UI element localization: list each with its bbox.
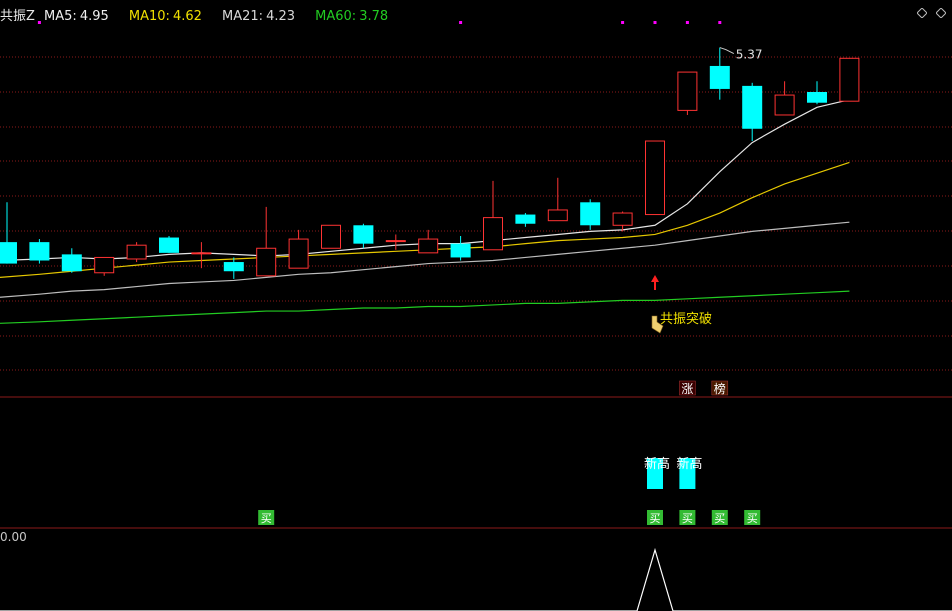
candle-body-up bbox=[547, 209, 568, 222]
moving-average-lines bbox=[0, 99, 850, 324]
new-high-label: 新高 bbox=[644, 456, 670, 472]
candle-body-up bbox=[191, 252, 212, 255]
candle-body-up bbox=[288, 238, 309, 269]
candle-body-down bbox=[29, 242, 50, 261]
ma5-line bbox=[0, 99, 850, 262]
signal-dot bbox=[459, 21, 463, 24]
ma5-legend: MA5: 4.95 bbox=[44, 9, 109, 24]
high-pointer bbox=[719, 47, 735, 55]
candle-body-down bbox=[709, 65, 730, 89]
candle-body-up bbox=[321, 224, 341, 249]
buy-marker-label: 买 bbox=[261, 512, 272, 525]
indicator-name: 共振Z bbox=[0, 9, 35, 24]
candle-body-up bbox=[126, 244, 147, 260]
signal-dot bbox=[718, 21, 722, 24]
breakout-arrow-icon bbox=[651, 275, 659, 290]
ma60-legend: MA60: 3.78 bbox=[315, 9, 389, 24]
candle-body-up bbox=[385, 240, 406, 243]
expand-diamond-icon[interactable] bbox=[936, 8, 946, 18]
candle-body-up bbox=[612, 212, 633, 226]
bottom-indicator-value: 0.00 bbox=[0, 530, 27, 544]
candle-body-down bbox=[742, 85, 763, 129]
candle-body-up bbox=[256, 247, 277, 277]
candle-body-down bbox=[353, 225, 374, 244]
candle-body-down bbox=[0, 242, 17, 264]
buy-marker-label: 买 bbox=[650, 512, 661, 525]
candle-body-down bbox=[223, 262, 244, 272]
candle-body-down bbox=[159, 237, 179, 253]
candle-body-up bbox=[677, 71, 698, 111]
ma60-line bbox=[0, 290, 850, 324]
breakout-label: 共振突破 bbox=[660, 311, 712, 327]
candle-body-down bbox=[61, 254, 82, 272]
candle-body-down bbox=[580, 202, 601, 226]
candle-body-up bbox=[839, 57, 860, 102]
candle-body-down bbox=[515, 214, 536, 224]
candle-body-up bbox=[774, 94, 795, 116]
ma10-legend: MA10: 4.62 bbox=[128, 9, 202, 24]
candle-body-down bbox=[807, 92, 827, 103]
indicator-legend: 共振Z MA5: 4.95 MA10: 4.62 MA21: 4.23 MA60: 3.… bbox=[0, 5, 404, 24]
buy-marker-label: 买 bbox=[747, 512, 758, 525]
ma10-line bbox=[0, 161, 850, 278]
candle-body-up bbox=[418, 238, 439, 254]
candle-body-up bbox=[645, 140, 665, 216]
buy-marker-label: 买 bbox=[714, 512, 725, 525]
stock-chart: 5.37 共振突破涨 榜 新高 新高买 买 买 买 买 bbox=[0, 21, 952, 611]
tag-label: 榜 bbox=[714, 381, 726, 396]
signal-dot bbox=[653, 21, 657, 24]
tag-label: 涨 bbox=[681, 381, 693, 396]
signal-dot bbox=[621, 21, 625, 24]
ma21-legend: MA21: 4.23 bbox=[222, 9, 296, 24]
candle-body-up bbox=[94, 256, 115, 274]
buy-marker-label: 买 bbox=[682, 512, 693, 525]
sub-indicator: 新高 新高买 买 买 买 买 bbox=[0, 456, 952, 611]
new-high-label: 新高 bbox=[676, 456, 702, 472]
bottom-indicator-line bbox=[0, 547, 952, 611]
signal-dot bbox=[685, 21, 689, 24]
candle-body-up bbox=[483, 217, 503, 251]
ma21-line bbox=[0, 221, 850, 298]
candle-body-down bbox=[450, 243, 471, 258]
diamond-icon[interactable] bbox=[917, 8, 927, 18]
high-price-label: 5.37 bbox=[736, 48, 763, 62]
